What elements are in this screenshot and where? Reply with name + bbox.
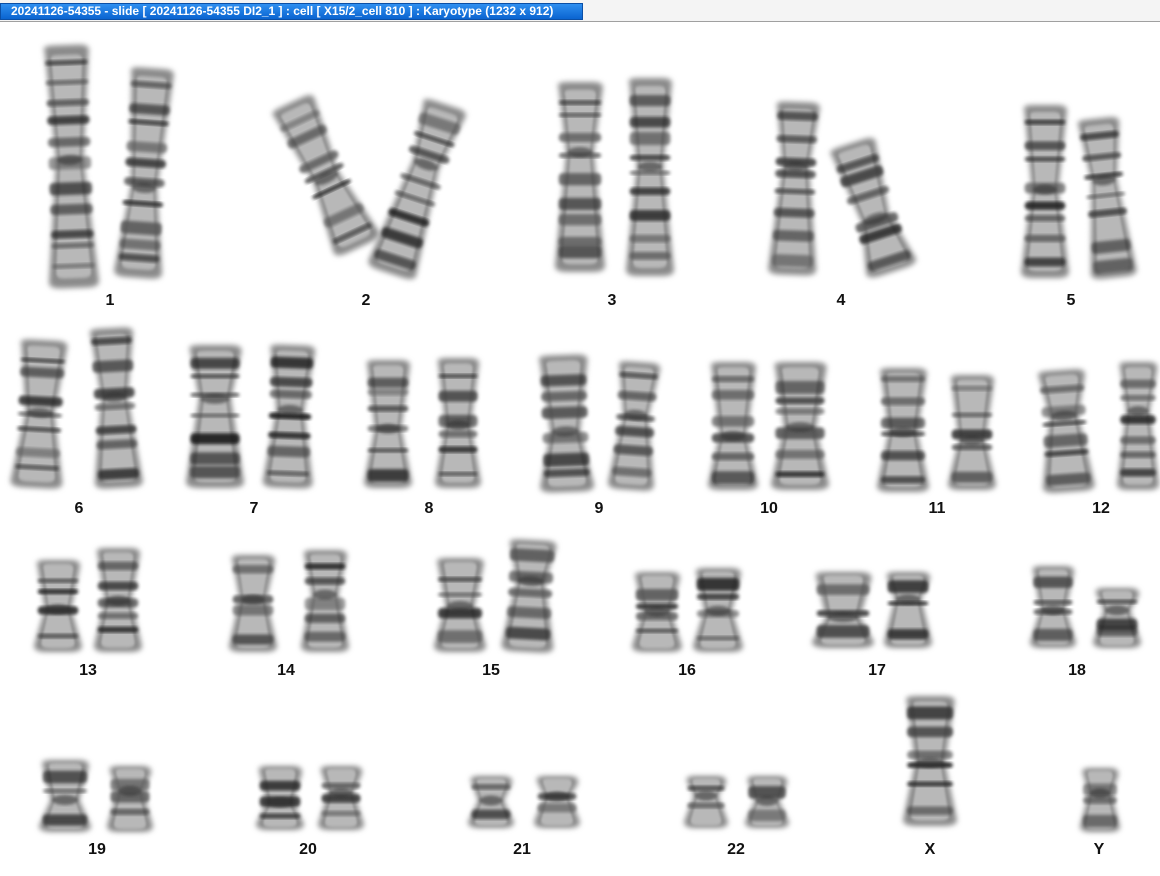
chromosome-label-12: 12: [1092, 500, 1110, 517]
chromosome-pair-19[interactable]: [39, 760, 153, 832]
chromosome-pair-x[interactable]: [903, 696, 957, 826]
chromosome-pair-20[interactable]: [256, 766, 364, 830]
window-title[interactable]: 20241126-54355 - slide [ 20241126-54355 …: [0, 3, 583, 20]
chromosome-pair-9[interactable]: [536, 354, 663, 493]
chromosome-pair-5[interactable]: [1021, 105, 1137, 280]
chromosome-image-layer: [10, 44, 1159, 832]
chromosome-pair-7[interactable]: [186, 344, 317, 489]
chromosome-label-x: X: [924, 841, 936, 858]
chromosome-pair-18[interactable]: [1030, 566, 1141, 648]
chromosome-label-6: 6: [74, 500, 84, 517]
chromosome-pair-11[interactable]: [877, 368, 996, 492]
chromosome-pair-10[interactable]: [708, 362, 829, 490]
chromosome-pair-1[interactable]: [41, 44, 176, 289]
chromosome-pair-2[interactable]: [269, 92, 470, 281]
chromosome-label-20: 20: [299, 841, 317, 858]
karyotype-canvas: 1 2 3 4 5 6 7 8 9 10 11 12 13 14 15 16 17 18 19 20 21 22 X Y: [0, 22, 1160, 876]
chromosome-pair-21[interactable]: [468, 776, 580, 828]
chromosome-pair-15[interactable]: [434, 539, 559, 654]
chromosome-label-9: 9: [594, 500, 604, 517]
window-titlebar: 20241126-54355 - slide [ 20241126-54355 …: [0, 0, 1160, 22]
chromosome-pair-22[interactable]: [684, 776, 789, 828]
chromosome-label-14: 14: [277, 662, 295, 679]
chromosome-pair-3[interactable]: [555, 78, 674, 276]
chromosome-pair-12[interactable]: [1035, 362, 1159, 494]
chromosome-pair-4[interactable]: [768, 101, 918, 280]
chromosome-label-4: 4: [836, 292, 846, 309]
chromosome-pair-y[interactable]: [1080, 768, 1120, 832]
chromosome-label-y: Y: [1093, 841, 1105, 858]
chromosome-pair-14[interactable]: [229, 550, 349, 652]
chromosome-label-19: 19: [88, 841, 106, 858]
chromosome-label-17: 17: [868, 662, 886, 679]
chromosome-label-3: 3: [607, 292, 617, 309]
chromosome-pair-13[interactable]: [34, 548, 142, 652]
chromosome-label-21: 21: [513, 841, 531, 858]
chromosome-label-10: 10: [760, 500, 778, 517]
chromosome-pair-6[interactable]: [10, 327, 143, 489]
chromosome-pair-17[interactable]: [812, 572, 932, 648]
chromosome-label-7: 7: [249, 500, 259, 517]
chromosome-label-11: 11: [928, 500, 946, 517]
chromosome-label-8: 8: [424, 500, 434, 517]
chromosome-label-2: 2: [361, 292, 371, 309]
chromosome-label-18: 18: [1068, 662, 1086, 679]
chromosome-pair-16[interactable]: [632, 568, 743, 652]
chromosome-label-1: 1: [105, 292, 115, 309]
chromosome-label-5: 5: [1066, 292, 1076, 309]
chromosome-label-13: 13: [79, 662, 97, 679]
chromosome-label-15: 15: [482, 662, 500, 679]
chromosome-label-22: 22: [727, 841, 745, 858]
chromosome-label-16: 16: [678, 662, 696, 679]
chromosome-pair-8[interactable]: [364, 358, 481, 488]
